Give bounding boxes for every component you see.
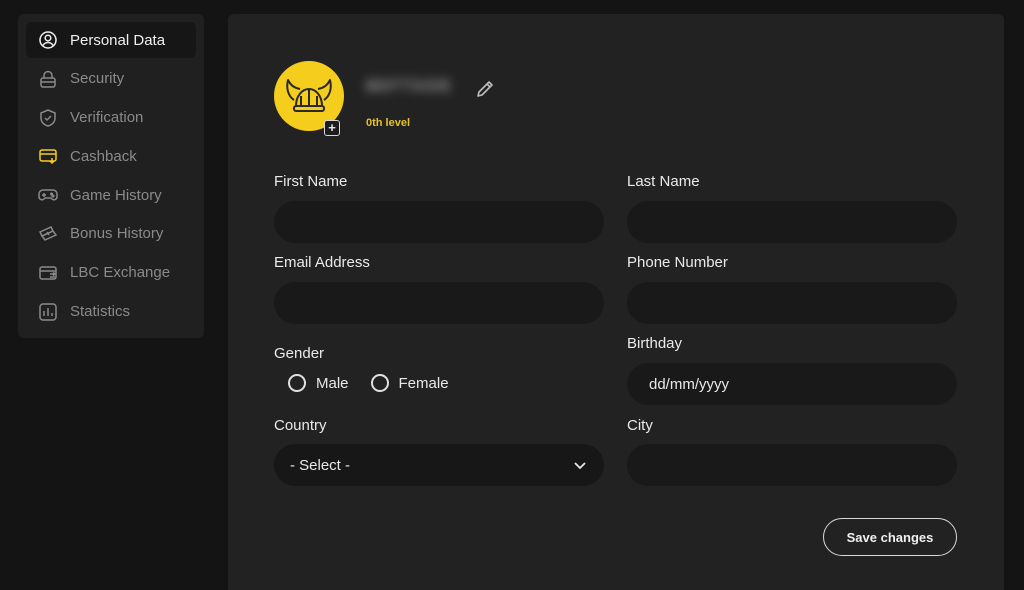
viking-helmet-icon bbox=[286, 79, 332, 112]
country-label: Country bbox=[274, 417, 327, 434]
sidebar-item-label: Cashback bbox=[70, 147, 137, 165]
gender-radio-male[interactable]: Male bbox=[288, 374, 349, 392]
sidebar-item-security[interactable]: Security bbox=[26, 61, 196, 97]
gamepad-icon bbox=[38, 185, 58, 205]
sidebar-item-verification[interactable]: Verification bbox=[26, 100, 196, 136]
sidebar-item-label: Game History bbox=[70, 186, 162, 204]
phone-field[interactable] bbox=[627, 282, 957, 324]
gender-radio-female[interactable]: Female bbox=[370, 374, 449, 392]
level-label: 0th level bbox=[366, 117, 411, 129]
country-select-value: - Select - bbox=[290, 456, 351, 474]
last-name-field[interactable] bbox=[627, 201, 957, 243]
city-field[interactable] bbox=[627, 444, 957, 486]
sidebar-item-label: Personal Data bbox=[70, 31, 166, 49]
pencil-icon[interactable] bbox=[474, 78, 496, 100]
sidebar-item-bonus-history[interactable]: Bonus History bbox=[26, 216, 196, 252]
radio-label: Male bbox=[316, 374, 349, 392]
save-changes-button[interactable]: Save changes bbox=[823, 518, 957, 556]
bonus-ticket-icon bbox=[38, 224, 58, 244]
lock-icon bbox=[38, 69, 58, 89]
radio-label: Female bbox=[398, 374, 449, 392]
cashback-card-icon bbox=[38, 146, 58, 166]
country-select[interactable]: - Select - bbox=[274, 444, 604, 486]
gender-radio-group: Male Female bbox=[288, 374, 471, 392]
birthday-label: Birthday bbox=[627, 335, 683, 352]
first-name-label: First Name bbox=[274, 173, 348, 190]
sidebar-item-label: LBC Exchange bbox=[70, 264, 171, 282]
phone-label: Phone Number bbox=[627, 254, 728, 271]
add-avatar-button[interactable]: + bbox=[324, 120, 340, 136]
sidebar: Personal Data Security Verification Cash… bbox=[18, 14, 204, 338]
email-field[interactable] bbox=[274, 282, 604, 324]
gender-label: Gender bbox=[274, 345, 325, 362]
bar-chart-icon bbox=[38, 302, 58, 322]
chevron-down-icon bbox=[574, 462, 586, 470]
birthday-field[interactable] bbox=[627, 363, 957, 405]
last-name-label: Last Name bbox=[627, 173, 700, 190]
personal-data-panel: + BEFTSIDE 0th level First Name Last Nam… bbox=[228, 14, 1004, 590]
username: BEFTSIDE bbox=[366, 78, 453, 95]
sidebar-item-cashback[interactable]: Cashback bbox=[26, 138, 196, 174]
radio-circle[interactable] bbox=[370, 374, 389, 392]
sidebar-item-label: Bonus History bbox=[70, 225, 164, 243]
radio-circle[interactable] bbox=[288, 374, 306, 392]
sidebar-item-label: Statistics bbox=[70, 303, 131, 321]
sidebar-item-lbc-exchange[interactable]: LBC Exchange bbox=[26, 255, 196, 291]
sidebar-item-personal-data[interactable]: Personal Data bbox=[26, 22, 196, 58]
email-label: Email Address bbox=[274, 254, 370, 271]
sidebar-item-game-history[interactable]: Game History bbox=[26, 177, 196, 213]
sidebar-item-statistics[interactable]: Statistics bbox=[26, 294, 196, 330]
first-name-field[interactable] bbox=[274, 201, 604, 243]
exchange-card-icon bbox=[38, 263, 58, 283]
sidebar-item-label: Security bbox=[70, 70, 125, 88]
shield-check-icon bbox=[38, 108, 58, 128]
city-label: City bbox=[627, 417, 653, 434]
sidebar-item-label: Verification bbox=[70, 109, 144, 127]
user-circle-icon bbox=[38, 30, 58, 50]
